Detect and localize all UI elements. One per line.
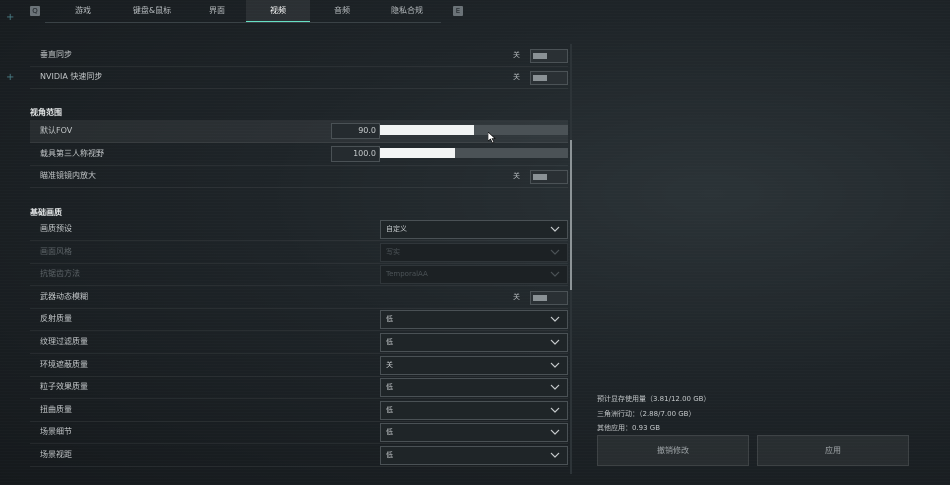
dropdown-value: 低	[386, 338, 393, 346]
setting-label: NVIDIA 快速同步	[40, 72, 103, 81]
setting-label: 环境遮蔽质量	[40, 360, 88, 369]
setting-row-quality[interactable]: 纹理过滤质量 低	[30, 331, 568, 354]
slider-fill	[380, 148, 456, 158]
nvidia-fast-sync-toggle[interactable]	[530, 71, 568, 85]
next-tab-key-hint[interactable]: E	[453, 6, 463, 16]
setting-row-quality[interactable]: 画面风格 写实	[30, 241, 568, 264]
chevron-down-icon	[550, 226, 560, 232]
tab-2[interactable]: 界面	[188, 0, 246, 21]
chevron-down-icon	[550, 316, 560, 322]
vram-estimate-text: 预计显存使用量（3.81/12.00 GB）	[597, 395, 711, 403]
setting-row-scope-magnify[interactable]: 瞄准镜镜内放大 关	[30, 165, 568, 188]
vehicle-fov-value-input[interactable]: 100.0	[331, 146, 380, 162]
setting-label: 默认FOV	[40, 126, 73, 135]
setting-label: 载具第三人称视野	[40, 149, 104, 158]
setting-label: 场景细节	[40, 427, 72, 436]
setting-label: 垂直同步	[40, 50, 72, 59]
dropdown-value: 低	[386, 315, 393, 323]
other-vram-text: 其他应用：0.93 GB	[597, 424, 661, 432]
setting-row-quality[interactable]: 反射质量 低	[30, 308, 568, 331]
setting-dropdown[interactable]: 低	[380, 423, 568, 442]
setting-row-quality[interactable]: 武器动态模糊 关	[30, 286, 568, 309]
tab-4[interactable]: 音频	[310, 0, 374, 21]
toggle-state-label: 关	[513, 51, 520, 59]
top-tab-bar: Q 游戏 键盘&鼠标 界面 视频 音频 隐私合规 E	[28, 0, 468, 23]
corner-marker-icon: +	[6, 72, 15, 83]
setting-dropdown[interactable]: 低	[380, 401, 568, 420]
scrollbar-thumb[interactable]	[570, 140, 572, 290]
dropdown-value: 低	[386, 383, 393, 391]
settings-panel: 垂直同步 关 NVIDIA 快速同步 关 视角范围 默认FOV 90.0 载具第…	[30, 44, 570, 485]
setting-label: 扭曲质量	[40, 405, 72, 414]
toggle-state-label: 关	[513, 172, 520, 180]
dropdown-value: 低	[386, 428, 393, 436]
setting-row-vehicle-fov[interactable]: 载具第三人称视野 100.0	[30, 143, 568, 166]
dropdown-value: 低	[386, 406, 393, 414]
dropdown-value: 自定义	[386, 225, 407, 233]
setting-row-quality[interactable]: 扭曲质量 低	[30, 399, 568, 422]
setting-label: 反射质量	[40, 314, 72, 323]
chevron-down-icon	[550, 452, 560, 458]
setting-toggle[interactable]	[530, 291, 568, 305]
setting-row-quality[interactable]: 场景视距 低	[30, 444, 568, 467]
setting-label: 画面风格	[40, 247, 72, 256]
chevron-down-icon	[550, 249, 560, 255]
dropdown-value: TemporalAA	[386, 270, 428, 278]
fov-slider[interactable]	[380, 125, 568, 135]
setting-label: 纹理过滤质量	[40, 337, 88, 346]
slider-fill	[380, 125, 474, 135]
setting-label: 场景视距	[40, 450, 72, 459]
corner-marker-icon: +	[6, 12, 15, 23]
dropdown-value: 低	[386, 451, 393, 459]
tab-5[interactable]: 隐私合规	[374, 0, 440, 21]
tab-divider	[45, 22, 441, 23]
tab-3[interactable]: 视频	[246, 0, 310, 23]
toggle-state-label: 关	[513, 293, 520, 301]
toggle-state-label: 关	[513, 73, 520, 81]
setting-dropdown[interactable]: 关	[380, 356, 568, 375]
scope-magnify-toggle[interactable]	[530, 170, 568, 184]
tab-0[interactable]: 游戏	[46, 0, 120, 21]
setting-row-quality[interactable]: 粒子效果质量 低	[30, 376, 568, 399]
setting-row-quality[interactable]: 环境遮蔽质量 关	[30, 354, 568, 377]
section-title-fov: 视角范围	[30, 108, 62, 117]
mouse-cursor-icon	[488, 132, 496, 144]
setting-dropdown[interactable]: 低	[380, 446, 568, 465]
chevron-down-icon	[550, 384, 560, 390]
setting-row-quality[interactable]: 场景细节 低	[30, 421, 568, 444]
revert-button[interactable]: 撤销修改	[597, 435, 749, 466]
setting-dropdown[interactable]: 低	[380, 310, 568, 329]
setting-row-vsync[interactable]: 垂直同步 关	[30, 44, 568, 67]
settings-scrollbar[interactable]	[570, 44, 572, 474]
dropdown-value: 写实	[386, 248, 400, 256]
game-vram-text: 三角洲行动：（2.88/7.00 GB）	[597, 410, 696, 418]
chevron-down-icon	[550, 429, 560, 435]
setting-label: 抗锯齿方法	[40, 269, 80, 278]
setting-dropdown[interactable]: 低	[380, 333, 568, 352]
fov-value-input[interactable]: 90.0	[331, 123, 380, 139]
tab-1[interactable]: 键盘&鼠标	[118, 0, 186, 21]
vsync-toggle[interactable]	[530, 49, 568, 63]
setting-dropdown[interactable]: 低	[380, 378, 568, 397]
dropdown-value: 关	[386, 361, 393, 369]
setting-row-quality[interactable]: 抗锯齿方法 TemporalAA	[30, 263, 568, 286]
apply-button[interactable]: 应用	[757, 435, 909, 466]
setting-row-quality[interactable]: 画质预设 自定义	[30, 218, 568, 241]
setting-label: 瞄准镜镜内放大	[40, 171, 96, 180]
chevron-down-icon	[550, 271, 560, 277]
prev-tab-key-hint[interactable]: Q	[30, 6, 40, 16]
setting-label: 画质预设	[40, 224, 72, 233]
setting-row-nvidia-fast-sync[interactable]: NVIDIA 快速同步 关	[30, 66, 568, 89]
vehicle-fov-slider[interactable]	[380, 148, 568, 158]
section-title-quality: 基础画质	[30, 208, 62, 217]
chevron-down-icon	[550, 407, 560, 413]
setting-label: 武器动态模糊	[40, 292, 88, 301]
setting-dropdown: 写实	[380, 243, 568, 262]
chevron-down-icon	[550, 339, 560, 345]
chevron-down-icon	[550, 362, 560, 368]
setting-label: 粒子效果质量	[40, 382, 88, 391]
setting-dropdown: TemporalAA	[380, 265, 568, 284]
setting-dropdown[interactable]: 自定义	[380, 220, 568, 239]
